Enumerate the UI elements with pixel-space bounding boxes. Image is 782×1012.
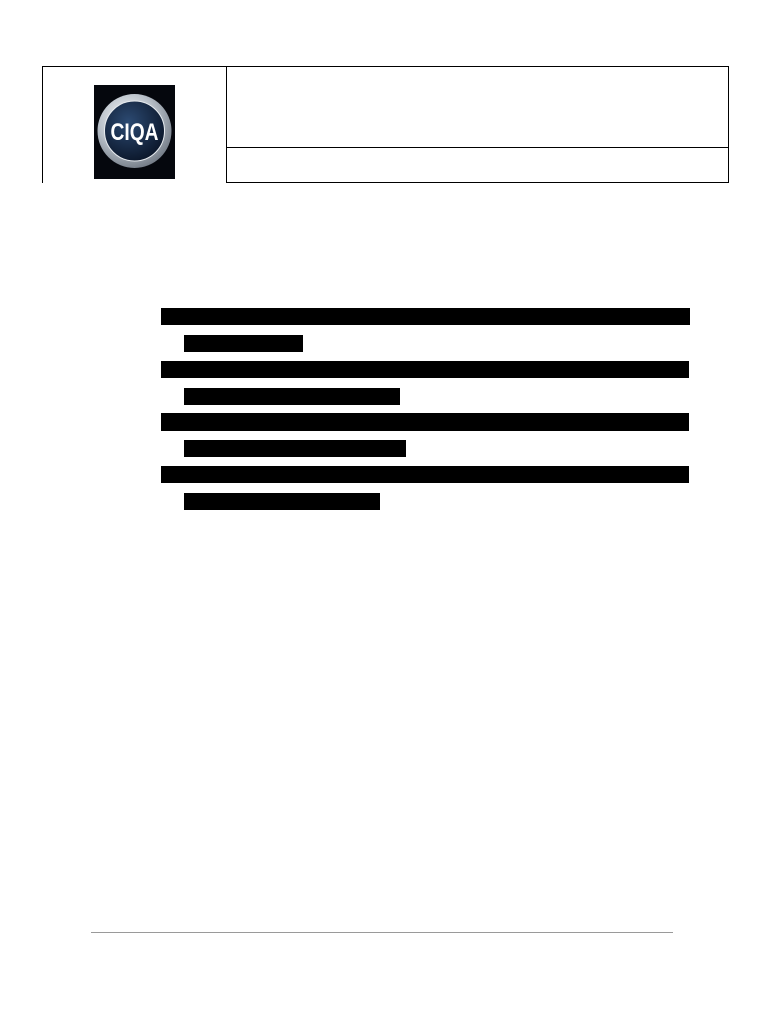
redacted-line-2 [184, 335, 303, 352]
footer-rule [91, 932, 673, 933]
redacted-line-1 [161, 308, 690, 325]
redacted-line-8 [184, 493, 380, 510]
header-left-border [42, 66, 43, 183]
ciqa-logo-text: CIQA [111, 119, 159, 146]
ciqa-logo-graphic: CIQA [94, 85, 175, 179]
redacted-line-4 [184, 388, 400, 405]
header-box [226, 66, 729, 183]
ciqa-logo: CIQA [94, 85, 175, 179]
header-subtitle-cell [227, 148, 728, 182]
header-title-cell [227, 67, 728, 147]
redacted-line-6 [184, 440, 406, 457]
redacted-line-7 [161, 466, 689, 483]
redacted-line-3 [161, 361, 689, 378]
redacted-line-5 [161, 413, 689, 431]
